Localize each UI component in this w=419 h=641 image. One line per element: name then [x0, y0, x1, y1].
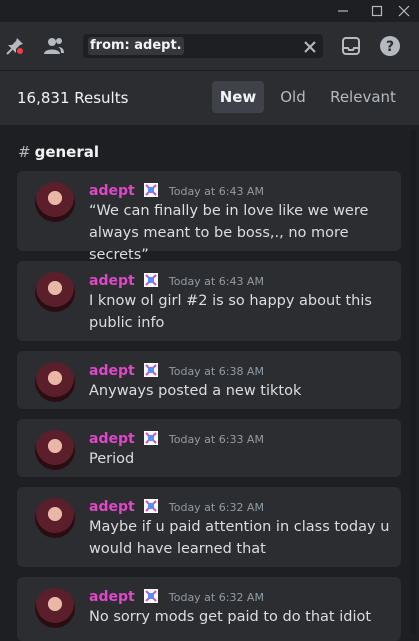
tab-relevant[interactable]: Relevant — [325, 81, 401, 113]
badge-icon — [143, 589, 158, 603]
author-name[interactable]: adept — [89, 431, 135, 447]
message-text: Anyways posted a new tiktok — [89, 383, 302, 399]
message-card[interactable]: adept Today at 6:32 AM Maybe if u paid a… — [17, 487, 401, 567]
tab-new[interactable]: New — [212, 81, 264, 113]
badge-icon — [143, 363, 158, 377]
author-name[interactable]: adept — [89, 499, 135, 515]
avatar[interactable] — [35, 498, 75, 538]
badge-icon — [143, 431, 158, 445]
avatar[interactable] — [35, 362, 75, 402]
avatar[interactable] — [35, 182, 75, 222]
channel-hash-icon: # — [18, 143, 31, 161]
author-name[interactable]: adept — [89, 363, 135, 379]
message-card[interactable]: adept Today at 6:33 AM Period — [17, 419, 401, 477]
members-icon[interactable] — [43, 36, 65, 60]
avatar[interactable] — [35, 430, 75, 470]
message-card[interactable]: adept Today at 6:32 AM No sorry mods get… — [17, 577, 401, 641]
close-icon[interactable] — [392, 0, 416, 22]
message-timestamp: Today at 6:32 AM — [168, 591, 264, 604]
message-timestamp: Today at 6:43 AM — [168, 275, 264, 288]
pin-icon[interactable] — [5, 36, 25, 60]
results-list: # general adept Today at 6:43 AM “We can … — [0, 125, 419, 641]
message-text: “We can finally be in love like we were … — [89, 203, 369, 263]
search-input[interactable]: from: adept. — [83, 34, 323, 58]
minimize-icon[interactable] — [331, 0, 355, 22]
search-toolbar: from: adept. ? — [0, 22, 419, 71]
results-count: 16,831 Results — [17, 89, 129, 107]
badge-icon — [143, 499, 158, 513]
message-card[interactable]: adept Today at 6:38 AM Anyways posted a … — [17, 351, 401, 409]
scrollbar-thumb[interactable] — [411, 130, 416, 430]
author-name[interactable]: adept — [89, 183, 135, 199]
message-text: Maybe if u paid attention in class today… — [89, 519, 390, 557]
message-card[interactable]: adept Today at 6:43 AM “We can finally b… — [17, 171, 401, 263]
maximize-icon[interactable] — [365, 0, 389, 22]
badge-icon — [143, 273, 158, 287]
message-text: I know ol girl #2 is so happy about this… — [89, 293, 372, 331]
author-name[interactable]: adept — [89, 589, 135, 605]
svg-text:?: ? — [386, 39, 394, 55]
message-timestamp: Today at 6:43 AM — [168, 185, 264, 198]
channel-heading[interactable]: # general — [18, 143, 99, 161]
message-text: Period — [89, 451, 135, 467]
avatar[interactable] — [35, 588, 75, 628]
tab-old[interactable]: Old — [272, 81, 314, 113]
search-query[interactable]: from: adept. — [88, 37, 184, 55]
badge-icon — [143, 183, 158, 197]
message-card[interactable]: adept Today at 6:43 AM I know ol girl #2… — [17, 261, 401, 341]
message-timestamp: Today at 6:33 AM — [168, 433, 264, 446]
author-name[interactable]: adept — [89, 273, 135, 289]
message-timestamp: Today at 6:38 AM — [168, 365, 264, 378]
avatar[interactable] — [35, 272, 75, 312]
results-scrollbar[interactable] — [411, 130, 416, 635]
inbox-icon[interactable] — [341, 36, 361, 60]
message-timestamp: Today at 6:32 AM — [168, 501, 264, 514]
results-header: 16,831 Results New Old Relevant — [0, 71, 419, 124]
channel-name-label: general — [34, 143, 100, 161]
window-titlebar — [0, 0, 419, 22]
help-icon[interactable]: ? — [379, 35, 401, 61]
message-text: No sorry mods get paid to do that idiot — [89, 609, 372, 625]
clear-search-icon[interactable] — [303, 39, 317, 53]
